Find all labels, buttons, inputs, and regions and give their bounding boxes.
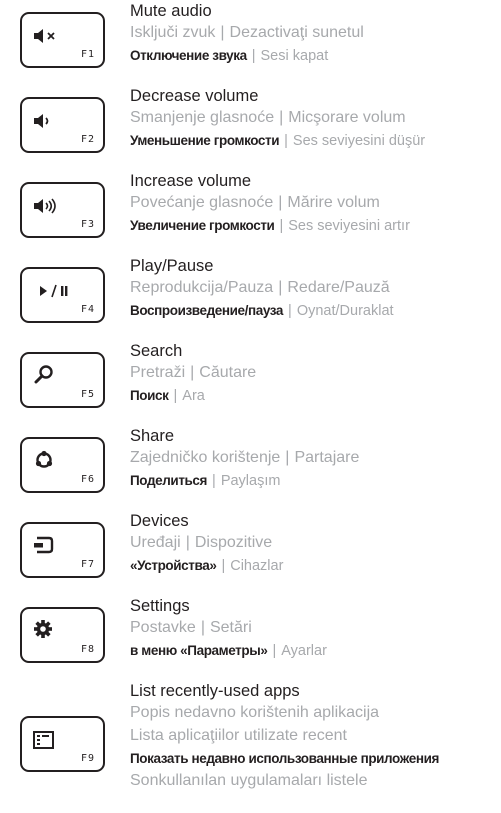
key-f2: F2 [20, 97, 105, 153]
romanian-label: Mărire volum [287, 194, 380, 211]
russian-label: Увеличение громкости [130, 218, 275, 233]
russian-label: Показать недавно использованные приложен… [130, 751, 439, 766]
turkish-label: Sesi kapat [260, 48, 329, 64]
gear-icon [34, 620, 52, 638]
action-title: Increase volume [130, 172, 252, 190]
turkish-label: Ara [182, 388, 205, 404]
volume-down-icon [34, 114, 49, 128]
croatian-label: Isključi zvuk [130, 24, 216, 41]
share-icon [35, 450, 53, 468]
action-title: Devices [130, 512, 189, 530]
key-f1: F1 [20, 12, 105, 68]
turkish-label: Ayarlar [281, 643, 327, 659]
key-f4: F4 [20, 267, 105, 323]
turkish-label: Oynat/Duraklat [296, 303, 394, 319]
russian-label: Воспроизведение/пауза [130, 303, 284, 318]
key-label: F3 [80, 219, 95, 230]
croatian-label: Uređaji [130, 534, 181, 551]
romanian-label: Căutare [199, 364, 257, 381]
turkish-label: Ses seviyesini düşür [292, 133, 426, 149]
recent-apps-icon [33, 731, 54, 749]
mute-icon [34, 29, 55, 43]
turkish-label: Cihazlar [230, 558, 284, 574]
romanian-label: Dispozitive [194, 534, 273, 551]
key-label: F6 [80, 474, 95, 485]
turkish-label: Paylaşım [220, 473, 281, 489]
romanian-label: Partajare [294, 449, 360, 466]
devices-icon [34, 536, 54, 554]
key-label: F4 [80, 304, 95, 315]
key-label: F7 [80, 559, 95, 570]
russian-label: Уменьшение громкости [130, 133, 280, 148]
action-title: Search [130, 342, 183, 360]
play-pause-icon [40, 284, 68, 298]
turkish-label: Ses seviyesini artır [288, 218, 410, 234]
key-f3: F3 [20, 182, 105, 238]
turkish-label: Sonkullanılan uygulamaları listele [130, 772, 368, 789]
croatian-label: Pretraži [130, 364, 186, 381]
action-title: Share [130, 427, 175, 445]
romanian-label: Setări [209, 619, 252, 636]
search-icon [34, 365, 53, 384]
key-f6: F6 [20, 437, 105, 493]
romanian-label: Redare/Pauză [287, 279, 390, 296]
romanian-label: Micşorare volum [288, 109, 406, 126]
action-title: List recently-used apps [130, 682, 300, 700]
croatian-label: Povećanje glasnoće [130, 194, 274, 211]
croatian-label: Postavke [130, 619, 196, 636]
romanian-label: Dezactivaţi sunetul [229, 24, 364, 41]
romanian-label: Lista aplicaţiilor utilizate recent [130, 727, 347, 744]
russian-label: Поделиться [130, 473, 208, 488]
russian-label: Поиск [130, 388, 169, 403]
key-label: F8 [80, 644, 95, 655]
action-title: Play/Pause [130, 257, 214, 275]
key-f8: F8 [20, 607, 105, 663]
russian-label: в меню «Параметры» [130, 643, 268, 658]
action-title: Settings [130, 597, 190, 615]
key-f7: F7 [20, 522, 105, 578]
croatian-label: Reprodukcija/Pauza [130, 279, 274, 296]
key-f9: F9 [20, 716, 105, 772]
croatian-label: Popis nedavno korištenih aplikacija [130, 704, 380, 721]
key-label: F5 [80, 389, 95, 400]
key-label: F9 [80, 753, 95, 764]
croatian-label: Smanjenje glasnoće [130, 109, 275, 126]
key-label: F2 [80, 134, 95, 145]
croatian-label: Zajedničko korištenje [130, 449, 281, 466]
volume-up-icon [34, 198, 56, 214]
key-label: F1 [80, 49, 95, 60]
action-title: Mute audio [130, 2, 212, 20]
action-title: Decrease volume [130, 87, 259, 105]
russian-label: «Устройства» [130, 558, 217, 573]
russian-label: Отключение звука [130, 48, 247, 63]
key-f5: F5 [20, 352, 105, 408]
